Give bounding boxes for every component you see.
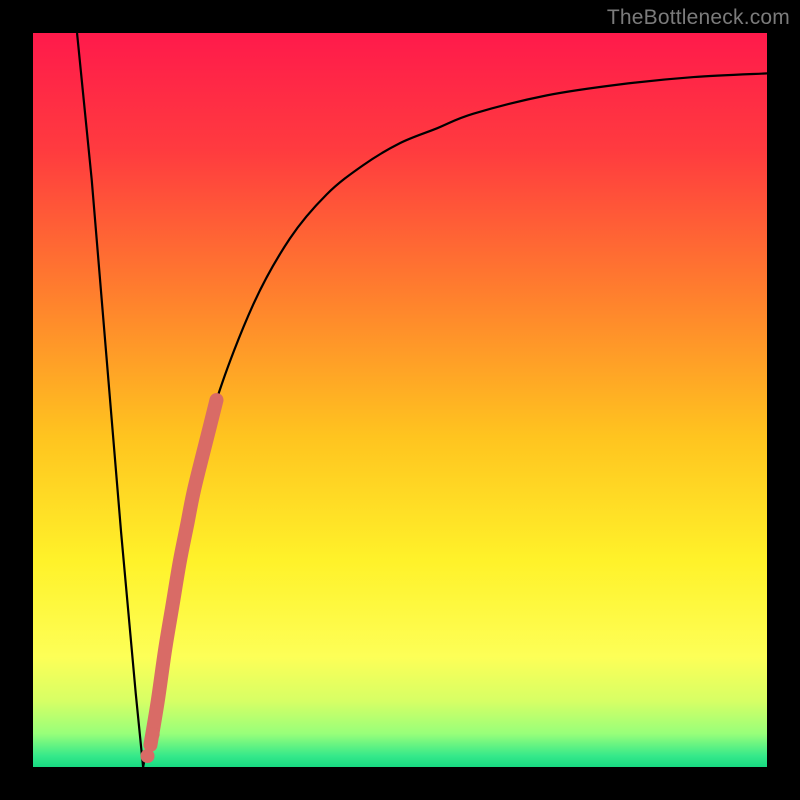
- watermark-label: TheBottleneck.com: [607, 6, 790, 30]
- chart-frame: TheBottleneck.com: [0, 0, 800, 800]
- highlight-dot: [141, 749, 155, 763]
- plot-area: [33, 33, 767, 767]
- highlight-dot: [146, 727, 160, 741]
- bottleneck-chart: [33, 33, 767, 767]
